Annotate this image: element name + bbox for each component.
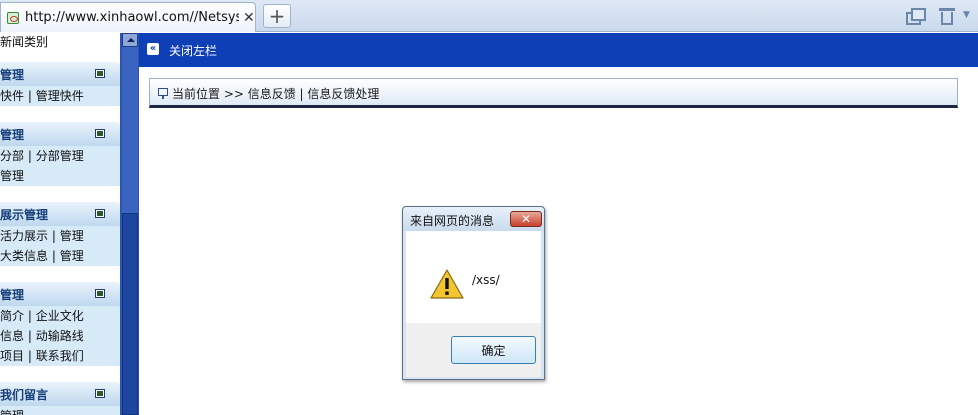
sidebar-link-news-category[interactable]: 新闻类别	[0, 33, 48, 50]
sidebar-link[interactable]: 动输路线	[36, 329, 84, 343]
group-body: 快件 | 管理快件	[0, 86, 120, 106]
restore-window-icon[interactable]	[906, 7, 926, 25]
sidebar-scrollbar[interactable]	[120, 33, 139, 415]
sidebar-link[interactable]: 活力展示	[0, 229, 48, 243]
group-body: 简介 | 企业文化 信息 | 动输路线 项目 | 联系我们	[0, 306, 120, 366]
group-body: 分部 | 分部管理 管理	[0, 146, 120, 186]
double-chevron-left-icon[interactable]: «	[147, 43, 159, 55]
sidebar-link[interactable]: 项目	[0, 349, 24, 363]
group-header[interactable]: 管理	[0, 282, 120, 306]
dialog-title: 来自网页的消息	[410, 214, 495, 228]
close-left-panel-link[interactable]: 关闭左栏	[169, 42, 217, 59]
new-tab-button[interactable]: +	[263, 4, 291, 28]
group-header[interactable]: 展示管理	[0, 202, 120, 226]
monitor-icon	[158, 88, 168, 99]
group-toggle-icon[interactable]	[95, 289, 105, 298]
top-bar: « 关闭左栏	[139, 33, 978, 67]
breadcrumb: 当前位置 >> 信息反馈 | 信息反馈处理	[149, 78, 958, 108]
chevron-down-icon[interactable]: ▼	[963, 10, 970, 20]
tab-title: http://www.xinhaowl.com//Netsys...	[25, 10, 239, 25]
group-title: 我们留言	[0, 388, 49, 402]
group-toggle-icon[interactable]	[95, 69, 105, 78]
dialog-titlebar[interactable]: 来自网页的消息 ✕	[403, 207, 544, 231]
group-header[interactable]: 管理	[0, 122, 120, 146]
menu-group-messages: 我们留言 管理	[0, 382, 120, 415]
group-toggle-icon[interactable]	[95, 209, 105, 218]
menu-group-express: 管理 快件 | 管理快件	[0, 62, 120, 106]
group-title: 管理	[0, 68, 25, 82]
sidebar-link[interactable]: 管理	[0, 169, 24, 183]
dialog-message: /xss/	[472, 273, 500, 287]
sidebar-link[interactable]: 企业文化	[36, 309, 84, 323]
browser-tab[interactable]: http://www.xinhaowl.com//Netsys... ✕	[0, 2, 256, 32]
group-body: 活力展示 | 管理 大类信息 | 管理	[0, 226, 120, 266]
sidebar-link[interactable]: 快件	[0, 89, 24, 103]
group-header[interactable]: 我们留言	[0, 382, 120, 406]
alert-dialog: 来自网页的消息 ✕ /xss/ 确定	[402, 206, 545, 380]
sidebar-link[interactable]: 管理快件	[36, 89, 84, 103]
breadcrumb-text: 当前位置 >> 信息反馈 | 信息反馈处理	[172, 87, 380, 101]
browser-tab-strip: http://www.xinhaowl.com//Netsys... ✕ + ▼	[0, 0, 978, 32]
menu-group-company: 管理 简介 | 企业文化 信息 | 动输路线 项目 | 联系我们	[0, 282, 120, 366]
sidebar-link[interactable]: 分部	[0, 149, 24, 163]
group-title: 展示管理	[0, 208, 49, 222]
group-title: 管理	[0, 288, 25, 302]
scroll-up-icon[interactable]	[122, 33, 138, 47]
sidebar-link[interactable]: 分部管理	[36, 149, 84, 163]
sidebar-link[interactable]: 管理	[0, 409, 24, 415]
sidebar-link[interactable]: 大类信息	[0, 249, 48, 263]
menu-group-showcase: 展示管理 活力展示 | 管理 大类信息 | 管理	[0, 202, 120, 266]
sidebar-link[interactable]: 简介	[0, 309, 24, 323]
sidebar-link[interactable]: 联系我们	[36, 349, 84, 363]
dialog-body: /xss/	[406, 231, 541, 323]
sidebar-link[interactable]: 管理	[60, 249, 84, 263]
favicon-icon	[7, 11, 19, 24]
group-toggle-icon[interactable]	[95, 389, 105, 398]
sidebar-link[interactable]: 信息	[0, 329, 24, 343]
warning-icon	[430, 269, 464, 299]
sidebar-link[interactable]: 管理	[60, 229, 84, 243]
dialog-close-button[interactable]: ✕	[510, 211, 542, 227]
group-header[interactable]: 管理	[0, 62, 120, 86]
ok-button[interactable]: 确定	[451, 336, 536, 364]
group-title: 管理	[0, 128, 25, 142]
left-sidebar: 新闻类别 管理 快件 | 管理快件 管理 分部 | 分部管理 管理 展示管理 活…	[0, 33, 120, 415]
dialog-footer: 确定	[406, 323, 541, 377]
scroll-thumb[interactable]	[122, 213, 138, 415]
menu-group-branch: 管理 分部 | 分部管理 管理	[0, 122, 120, 186]
group-toggle-icon[interactable]	[95, 129, 105, 138]
tab-close-icon[interactable]: ✕	[243, 10, 255, 26]
group-body: 管理	[0, 406, 120, 415]
trash-icon[interactable]	[938, 7, 956, 25]
